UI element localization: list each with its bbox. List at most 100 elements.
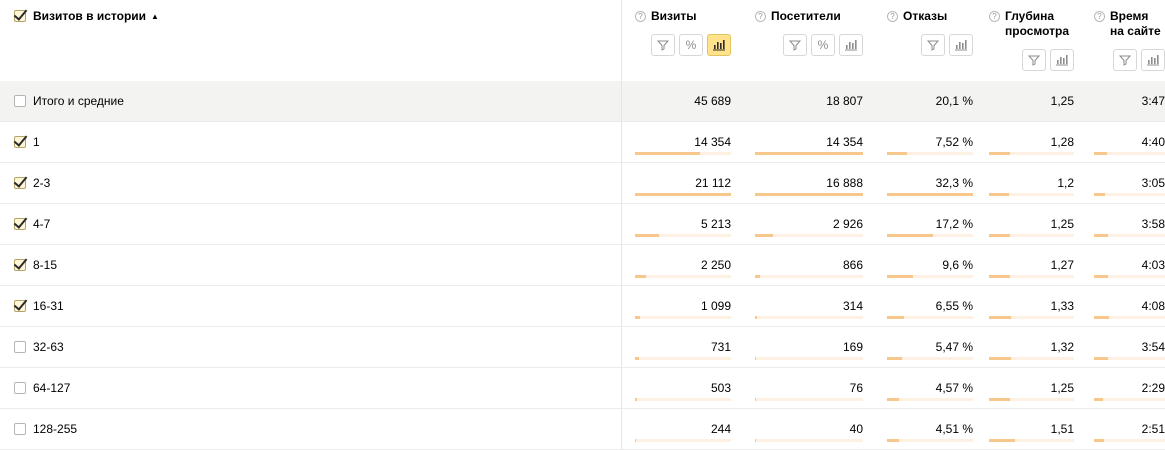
percent-icon: % — [686, 38, 697, 52]
metric-header-depth: ? Глубина просмотра — [989, 0, 1074, 81]
percent-button-visits[interactable]: % — [679, 34, 703, 56]
chart-button-depth[interactable] — [1050, 49, 1074, 71]
bar-visits — [635, 357, 731, 360]
table-row[interactable]: 128-255244404,51 %1,512:51 — [0, 409, 1165, 450]
bar-fill-time — [1094, 275, 1108, 278]
bar-bounces — [887, 316, 973, 319]
cell-visitors: 169 — [843, 340, 863, 354]
row-checkbox[interactable] — [14, 300, 26, 312]
row-checkbox[interactable] — [14, 177, 26, 189]
bar-fill-depth — [989, 439, 1015, 442]
table-row[interactable]: 64-127503764,57 %1,252:29 — [0, 368, 1165, 409]
bar-visitors — [755, 193, 863, 196]
dimension-header-label[interactable]: Визитов в истории — [33, 9, 146, 23]
row-checkbox[interactable] — [14, 218, 26, 230]
row-label: 8-15 — [33, 258, 57, 272]
bar-fill-bounces — [887, 275, 913, 278]
dimension-header[interactable]: Визитов в истории ▲ — [0, 0, 621, 81]
chart-button-visits[interactable] — [707, 34, 731, 56]
bar-visits — [635, 275, 731, 278]
bar-depth — [989, 275, 1074, 278]
row-checkbox[interactable] — [14, 382, 26, 394]
metric-header-visitors: ? Посетители% — [755, 0, 863, 81]
bar-fill-depth — [989, 275, 1010, 278]
cell-visitors: 40 — [850, 422, 863, 436]
filter-button-visits[interactable] — [651, 34, 675, 56]
cell-time: 3:05 — [1142, 176, 1165, 190]
cell-visitors: 866 — [843, 258, 863, 272]
cell-time: 4:40 — [1142, 135, 1165, 149]
bar-bounces — [887, 152, 973, 155]
sort-asc-icon[interactable]: ▲ — [151, 12, 159, 21]
total-row[interactable]: Итого и средние45 68918 80720,1 %1,253:4… — [0, 81, 1165, 122]
table-row[interactable]: 114 35414 3547,52 %1,284:40 — [0, 122, 1165, 163]
filter-button-visitors[interactable] — [783, 34, 807, 56]
filter-button-time[interactable] — [1113, 49, 1137, 71]
help-icon[interactable]: ? — [1094, 11, 1105, 22]
metric-header-label-depth[interactable]: Глубина просмотра — [1005, 9, 1074, 39]
bar-bounces — [887, 398, 973, 401]
table-row[interactable]: 32-637311695,47 %1,323:54 — [0, 327, 1165, 368]
cell-bounces: 32,3 % — [936, 176, 973, 190]
bar-fill-visitors — [755, 398, 756, 401]
report-table: Визитов в истории ▲ ? Визиты% ? Посетители… — [0, 0, 1165, 450]
metric-header-label-visitors[interactable]: Посетители — [771, 9, 841, 24]
bar-visitors — [755, 316, 863, 319]
cell-depth: 1,32 — [1051, 340, 1074, 354]
cell-visits: 5 213 — [701, 217, 731, 231]
cell-bounces: 17,2 % — [936, 217, 973, 231]
cell-depth: 1,25 — [1051, 217, 1074, 231]
row-checkbox[interactable] — [14, 136, 26, 148]
bar-fill-depth — [989, 152, 1010, 155]
table-row[interactable]: 16-311 0993146,55 %1,334:08 — [0, 286, 1165, 327]
table-row[interactable]: 8-152 2508669,6 %1,274:03 — [0, 245, 1165, 286]
percent-button-visitors[interactable]: % — [811, 34, 835, 56]
chart-button-time[interactable] — [1141, 49, 1165, 71]
cell-bounces: 4,57 % — [936, 381, 973, 395]
metric-header-label-bounces[interactable]: Отказы — [903, 9, 947, 24]
table-row[interactable]: 2-321 11216 88832,3 %1,23:05 — [0, 163, 1165, 204]
filter-icon — [927, 39, 939, 51]
cell-time: 3:54 — [1142, 340, 1165, 354]
chart-button-visitors[interactable] — [839, 34, 863, 56]
table-row[interactable]: 4-75 2132 92617,2 %1,253:58 — [0, 204, 1165, 245]
filter-button-bounces[interactable] — [921, 34, 945, 56]
filter-icon — [657, 39, 669, 51]
bar-time — [1094, 439, 1165, 442]
bar-bounces — [887, 275, 973, 278]
bar-fill-visits — [635, 357, 639, 360]
bar-fill-time — [1094, 316, 1109, 319]
bar-depth — [989, 357, 1074, 360]
bar-visits — [635, 193, 731, 196]
cell-time: 3:47 — [1142, 94, 1165, 108]
bar-fill-visits — [635, 193, 731, 196]
bar-fill-visitors — [755, 234, 773, 237]
row-label: 4-7 — [33, 217, 50, 231]
chart-button-bounces[interactable] — [949, 34, 973, 56]
row-label: 1 — [33, 135, 40, 149]
row-checkbox[interactable] — [14, 95, 26, 107]
help-icon[interactable]: ? — [635, 11, 646, 22]
help-icon[interactable]: ? — [989, 11, 1000, 22]
cell-bounces: 7,52 % — [936, 135, 973, 149]
bar-fill-visitors — [755, 316, 757, 319]
bar-fill-time — [1094, 152, 1107, 155]
row-label: 16-31 — [33, 299, 64, 313]
bar-fill-visits — [635, 152, 700, 155]
row-checkbox[interactable] — [14, 423, 26, 435]
bar-fill-time — [1094, 193, 1105, 196]
select-all-checkbox[interactable] — [14, 10, 26, 22]
row-checkbox[interactable] — [14, 259, 26, 271]
help-icon[interactable]: ? — [887, 11, 898, 22]
bar-time — [1094, 234, 1165, 237]
row-label: 128-255 — [33, 422, 77, 436]
filter-button-depth[interactable] — [1022, 49, 1046, 71]
cell-bounces: 6,55 % — [936, 299, 973, 313]
help-icon[interactable]: ? — [755, 11, 766, 22]
cell-bounces: 5,47 % — [936, 340, 973, 354]
metric-header-label-time[interactable]: Время на сайте — [1110, 9, 1165, 39]
metric-header-label-visits[interactable]: Визиты — [651, 9, 697, 24]
row-checkbox[interactable] — [14, 341, 26, 353]
chart-icon — [712, 39, 726, 51]
bar-fill-time — [1094, 234, 1108, 237]
